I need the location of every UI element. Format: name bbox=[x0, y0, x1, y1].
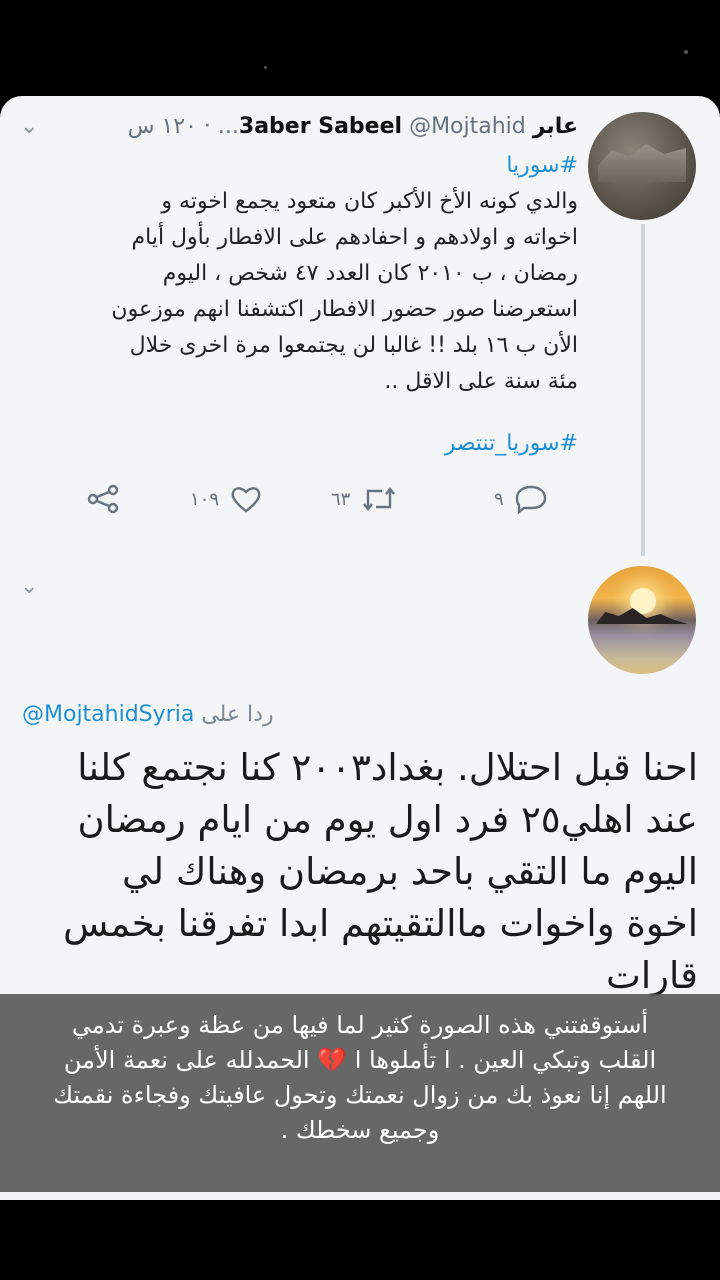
reply-count: ٩ bbox=[494, 488, 504, 510]
caption-text: القلب وتبكي العين . ا تأملوها ا bbox=[354, 1046, 657, 1074]
comment-icon bbox=[515, 485, 546, 514]
status-dot bbox=[264, 66, 267, 69]
replying-to-handle[interactable]: @MojtahidSyria bbox=[22, 702, 194, 727]
chevron-down-icon[interactable]: ⌄ bbox=[20, 114, 38, 139]
caption-line: اللهم إنا نعوذ بك من زوال نعمتك وتحول عا… bbox=[53, 1081, 667, 1109]
display-name[interactable]: عابر bbox=[533, 114, 578, 139]
like-button[interactable]: ١٠٩ bbox=[190, 479, 263, 519]
separator: · bbox=[203, 114, 211, 139]
status-dot bbox=[684, 50, 688, 54]
hashtag-syria[interactable]: #سوريا bbox=[38, 148, 578, 184]
tweet-actions: ١٠٩ ٦٣ ٩ bbox=[86, 479, 566, 519]
reply-body: احنا قبل احتلال. بغداد٢٠٠٣ كنا نجتمع كلن… bbox=[18, 742, 698, 1002]
display-name-latin[interactable]: 3aber Sabeel bbox=[239, 114, 402, 139]
tweet-body: والدي كونه الأخ الأكبر كان متعود يجمع اخ… bbox=[38, 184, 578, 400]
caption-line: وجميع سخطك . bbox=[280, 1116, 440, 1144]
retweet-count: ٦٣ bbox=[331, 488, 351, 510]
caption-line: أستوقفتني هذه الصورة كثير لما فيها من عظ… bbox=[71, 1011, 649, 1039]
story-caption: أستوقفتني هذه الصورة كثير لما فيها من عظ… bbox=[0, 994, 720, 1192]
caption-line: القلب وتبكي العين . ا تأملوها ا 💔 الحمدل… bbox=[0, 1043, 720, 1078]
broken-heart-icon: 💔 bbox=[317, 1046, 348, 1074]
tweet-header: عابر 3aber Sabeel @Mojtahid... · ١٢٠ س bbox=[128, 114, 578, 146]
reply-line: اخوة واخوات ماالتقيتهم ابدا تفرقنا بخمس bbox=[63, 902, 698, 945]
retweet-icon bbox=[363, 487, 396, 511]
tweet-line: والدي كونه الأخ الأكبر كان متعود يجمع اخ… bbox=[161, 189, 578, 214]
reply-line: عند اهلي٢٥ فرد اول يوم من ايام رمضان bbox=[77, 798, 698, 841]
reply-line: اليوم ما التقي باحد برمضان وهناك لي bbox=[121, 850, 698, 893]
share-icon bbox=[87, 484, 119, 514]
reply-button[interactable]: ٩ bbox=[494, 479, 548, 519]
reply-line: احنا قبل احتلال. بغداد٢٠٠٣ كنا نجتمع كلن… bbox=[77, 746, 698, 789]
replying-to: @MojtahidSyria ردا على bbox=[22, 702, 274, 727]
retweet-button[interactable]: ٦٣ bbox=[331, 479, 398, 519]
share-button[interactable] bbox=[86, 479, 120, 519]
replier-avatar[interactable] bbox=[588, 566, 696, 674]
replying-to-label: ردا على bbox=[201, 702, 274, 727]
like-count: ١٠٩ bbox=[190, 488, 220, 510]
author-avatar[interactable] bbox=[588, 112, 696, 220]
timestamp: ١٢٠ س bbox=[127, 114, 197, 139]
chevron-down-icon[interactable]: ⌄ bbox=[20, 574, 38, 599]
tweet-line: استعرضنا صور حضور الافطار اكتشفنا انهم م… bbox=[111, 297, 578, 322]
tweet-line: رمضان ، ب ٢٠١٠ كان العدد ٤٧ شخص ، اليوم bbox=[162, 261, 578, 286]
tweet-line: اخواته و اولادهم و احفادهم على الافطار ب… bbox=[131, 225, 579, 250]
thread-connector bbox=[641, 224, 645, 556]
tweet-line: الأن ب ١٦ بلد !! غالبا لن يجتمعوا مرة اخ… bbox=[129, 333, 578, 358]
heart-icon bbox=[231, 487, 261, 513]
caption-text: الحمدلله على نعمة الأمن bbox=[63, 1046, 310, 1074]
hashtag-syria-wins[interactable]: #سوريا_تنتصر bbox=[38, 426, 578, 462]
tweet-line: مئة سنة على الاقل .. bbox=[384, 369, 578, 394]
